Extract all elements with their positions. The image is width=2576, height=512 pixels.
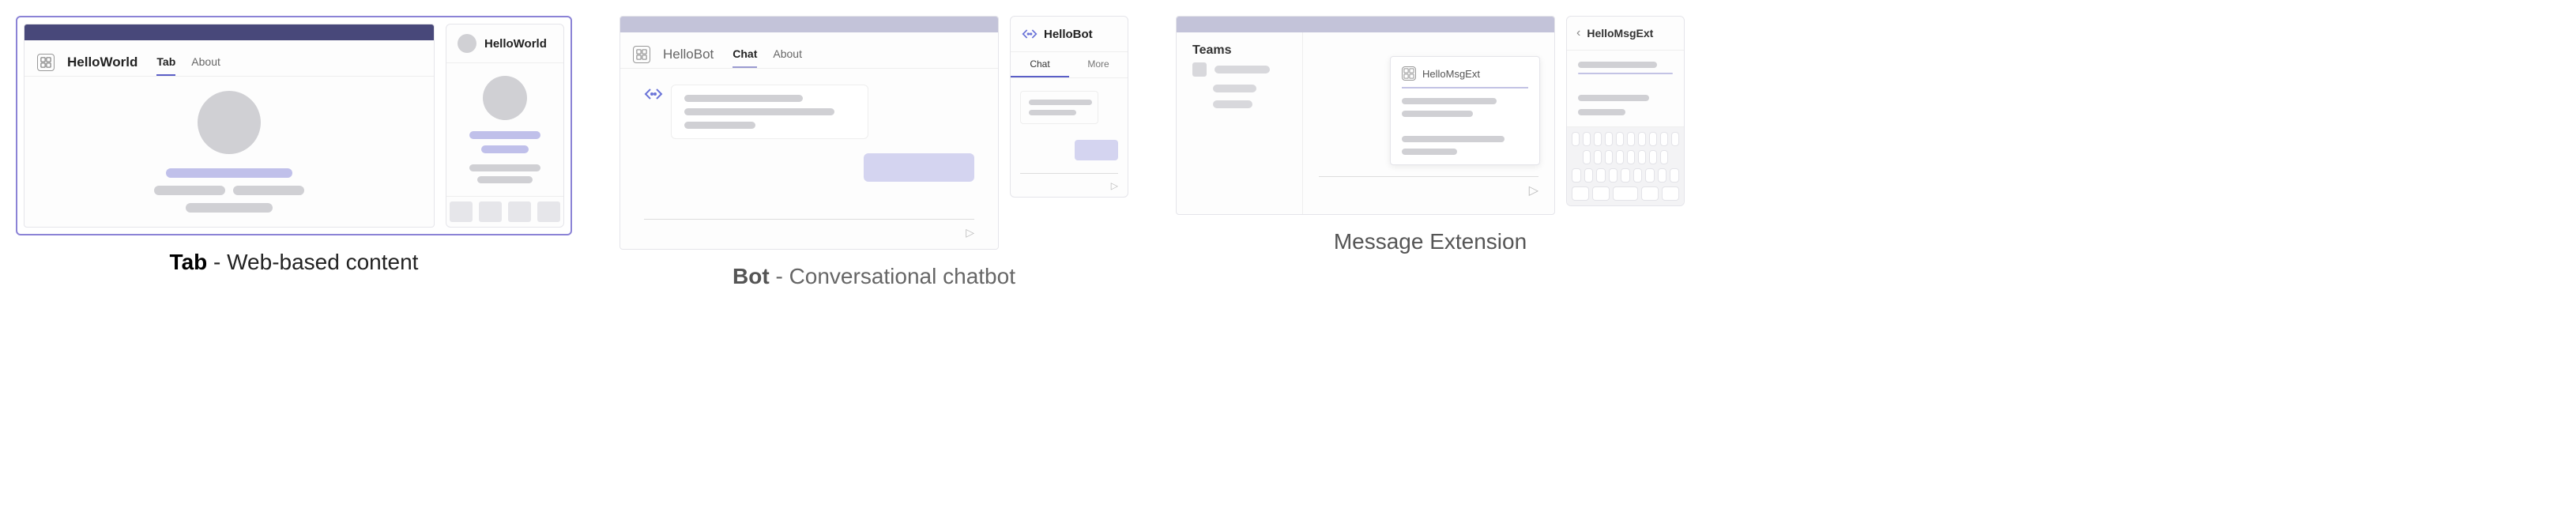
- placeholder-line: [1578, 62, 1657, 68]
- send-icon[interactable]: ▷: [1111, 180, 1118, 191]
- placeholder-line: [684, 108, 834, 115]
- avatar-placeholder: [198, 91, 261, 154]
- mobile-tabs: Chat More: [1011, 52, 1128, 78]
- tab-desktop-window: HelloWorld Tab About: [24, 24, 435, 228]
- mobile-tab-chat[interactable]: Chat: [1011, 52, 1069, 77]
- tab-about[interactable]: About: [191, 55, 220, 76]
- mobile-search-results: [1567, 51, 1684, 127]
- placeholder-line: [1402, 111, 1473, 117]
- send-icon[interactable]: ▷: [966, 226, 974, 239]
- sidebar-subitem[interactable]: [1192, 100, 1286, 108]
- mobile-title: HelloWorld: [484, 37, 547, 51]
- placeholder-line: [1402, 98, 1497, 104]
- bot-message: [1020, 91, 1098, 124]
- avatar-placeholder: [483, 76, 527, 120]
- compose-box[interactable]: ▷: [1319, 176, 1538, 203]
- placeholder-line: [1029, 110, 1076, 115]
- tab-content: [24, 77, 434, 227]
- placeholder-line: [684, 95, 803, 102]
- avatar-icon: [458, 34, 476, 53]
- placeholder-line: [1402, 136, 1505, 142]
- mobile-header: ‹ HelloMsgExt: [1567, 17, 1684, 51]
- user-message: [1075, 140, 1118, 160]
- back-icon[interactable]: ‹: [1576, 26, 1580, 40]
- mobile-tab-more[interactable]: More: [1069, 52, 1128, 77]
- app-icon: [1402, 66, 1416, 81]
- bot-desktop-window: HelloBot Chat About: [620, 16, 999, 250]
- send-icon[interactable]: ▷: [1529, 183, 1538, 198]
- placeholder-line: [154, 186, 225, 195]
- mobile-bottom-nav[interactable]: [446, 196, 563, 227]
- window-titlebar: [24, 24, 434, 40]
- sidebar-subitem[interactable]: [1192, 85, 1286, 92]
- msgext-mobile-window: ‹ HelloMsgExt: [1566, 16, 1685, 206]
- sidebar-item[interactable]: [1192, 62, 1286, 77]
- popup-title: HelloMsgExt: [1422, 68, 1480, 80]
- mobile-chat-area: [1011, 78, 1128, 173]
- placeholder-line: [233, 186, 304, 195]
- teams-sidebar: Teams: [1177, 32, 1303, 214]
- chat-area: [620, 69, 998, 219]
- panel-caption: Tab - Web-based content: [170, 250, 419, 275]
- placeholder-line: [1402, 149, 1457, 155]
- mobile-title: HelloBot: [1044, 28, 1093, 41]
- app-header: HelloWorld Tab About: [24, 40, 434, 77]
- msgext-popup: HelloMsgExt: [1390, 56, 1540, 165]
- mobile-title: HelloMsgExt: [1587, 27, 1653, 40]
- placeholder-line: [166, 168, 292, 178]
- placeholder-line: [469, 164, 540, 171]
- bot-code-icon: [1022, 26, 1038, 42]
- search-underline: [1578, 73, 1673, 74]
- panel-caption: Message Extension: [1334, 229, 1527, 254]
- placeholder-line: [477, 176, 533, 183]
- compose-box[interactable]: ▷: [644, 219, 974, 249]
- tab-mobile-window: HelloWorld: [446, 24, 564, 228]
- app-name: HelloBot: [663, 47, 714, 62]
- app-name: HelloWorld: [67, 55, 137, 70]
- sidebar-title: Teams: [1177, 32, 1302, 62]
- mobile-keyboard[interactable]: [1567, 127, 1684, 205]
- tab-chat[interactable]: Chat: [733, 47, 757, 68]
- placeholder-line: [1029, 100, 1092, 105]
- msgext-desktop-window: Teams: [1176, 16, 1555, 215]
- app-icon: [633, 46, 650, 63]
- mobile-header: HelloWorld: [446, 24, 563, 63]
- tab-tab[interactable]: Tab: [156, 55, 175, 76]
- bot-message: [644, 85, 974, 139]
- window-titlebar: [620, 17, 998, 32]
- bot-code-icon: [644, 85, 663, 104]
- placeholder-line: [684, 122, 755, 129]
- mobile-content: [446, 63, 563, 196]
- chat-panel: HelloMsgExt ▷: [1303, 32, 1554, 214]
- placeholder-line: [1578, 95, 1649, 101]
- placeholder-line: [469, 131, 540, 139]
- mobile-compose[interactable]: ▷: [1020, 173, 1118, 197]
- window-titlebar: [1177, 17, 1554, 32]
- panel-caption: Bot - Conversational chatbot: [733, 264, 1015, 289]
- app-icon: [37, 54, 55, 71]
- mobile-header: HelloBot: [1011, 17, 1128, 52]
- tab-about[interactable]: About: [773, 47, 802, 68]
- placeholder-line: [481, 145, 529, 153]
- app-header: HelloBot Chat About: [620, 32, 998, 69]
- bot-mobile-window: HelloBot Chat More ▷: [1010, 16, 1128, 198]
- user-message: [864, 153, 974, 182]
- placeholder-line: [1578, 109, 1625, 115]
- placeholder-line: [186, 203, 273, 213]
